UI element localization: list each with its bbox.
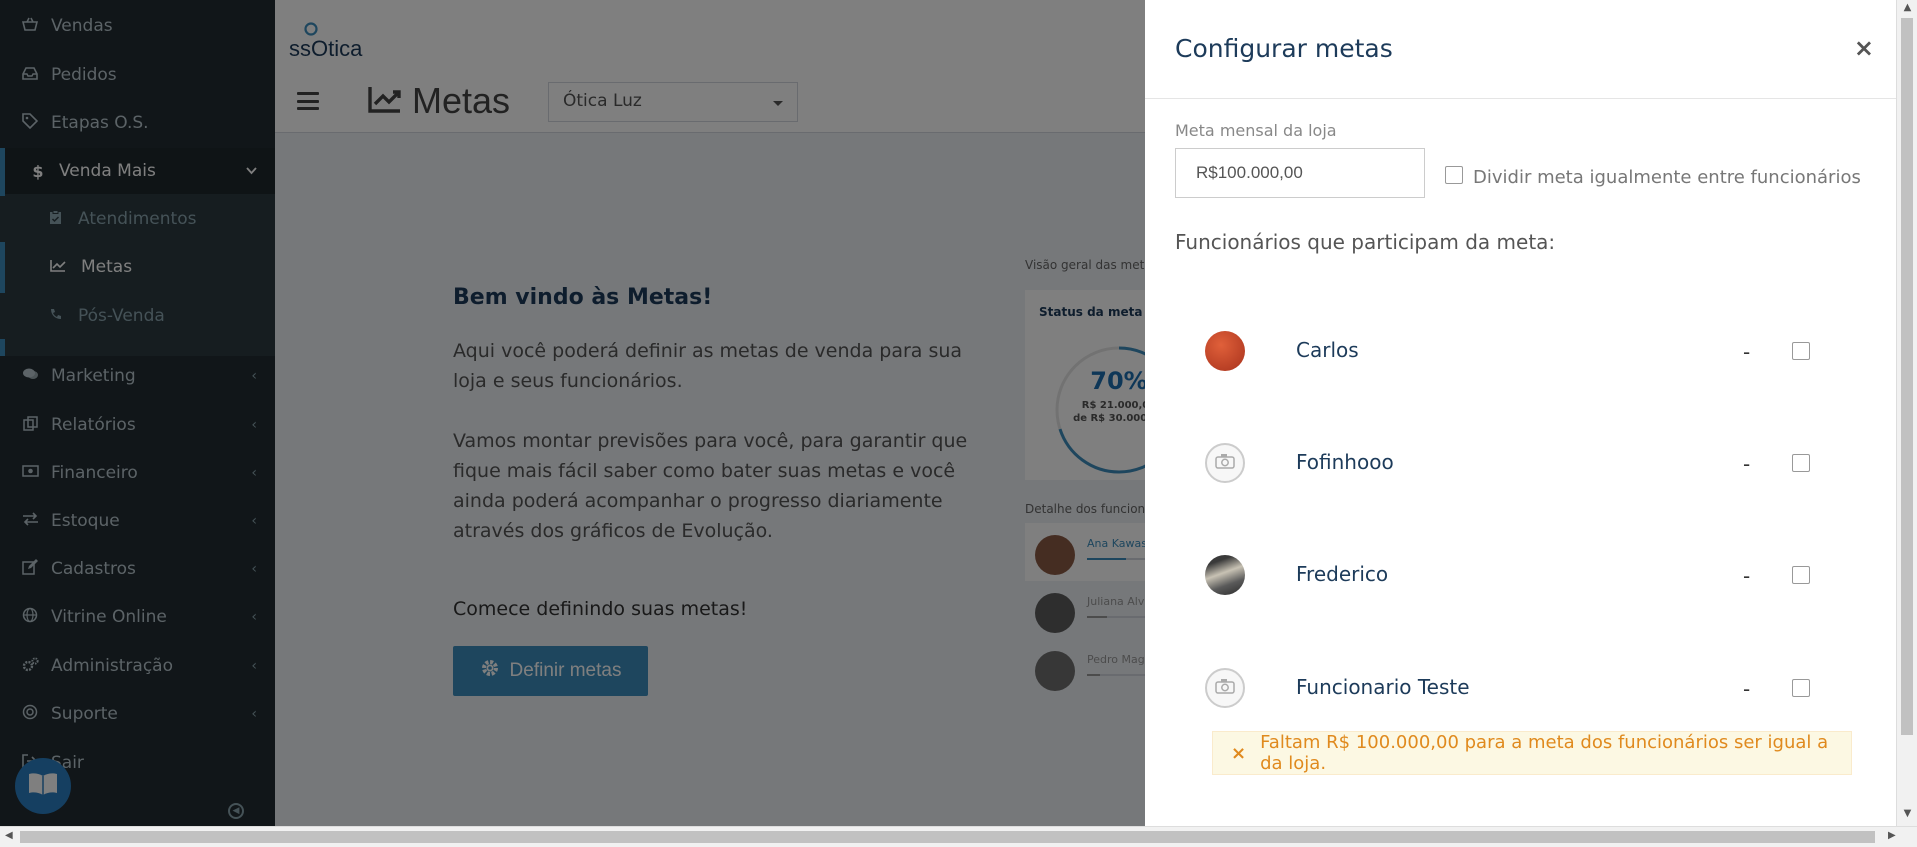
employee-name: Carlos — [1296, 338, 1359, 362]
employee-name: Funcionario Teste — [1296, 675, 1470, 699]
employee-row: Frederico - — [1145, 532, 1896, 642]
scroll-down-arrow-icon[interactable]: ▼ — [1897, 808, 1917, 819]
scroll-up-arrow-icon[interactable]: ▲ — [1897, 2, 1917, 13]
configure-goals-panel: Configurar metas × Meta mensal da loja D… — [1145, 0, 1896, 826]
employee-goal-value: - — [1743, 677, 1751, 701]
employee-goal-value: - — [1743, 340, 1751, 364]
modal-title: Configurar metas — [1175, 34, 1393, 63]
scroll-right-arrow-icon[interactable]: ▶ — [1888, 830, 1896, 841]
employee-participate-checkbox[interactable] — [1792, 566, 1810, 584]
avatar — [1205, 668, 1245, 708]
modal-divider — [1145, 98, 1896, 99]
employee-row: Carlos - — [1145, 308, 1896, 418]
avatar — [1205, 331, 1245, 371]
employee-name: Frederico — [1296, 562, 1389, 586]
vertical-scrollbar[interactable]: ▲ ▼ — [1896, 0, 1917, 826]
employee-goal-value: - — [1743, 452, 1751, 476]
divide-equally-label[interactable]: Dividir meta igualmente entre funcionári… — [1473, 167, 1861, 188]
participants-title: Funcionários que participam da meta: — [1175, 230, 1556, 254]
scrollbar-thumb[interactable] — [20, 831, 1875, 843]
employee-participate-checkbox[interactable] — [1792, 679, 1810, 697]
store-goal-label: Meta mensal da loja — [1175, 121, 1337, 140]
camera-icon — [1215, 678, 1235, 698]
store-goal-input[interactable] — [1169, 142, 1431, 204]
employee-goal-value: - — [1743, 564, 1751, 588]
scroll-left-arrow-icon[interactable]: ◀ — [5, 830, 13, 841]
employee-participate-checkbox[interactable] — [1792, 342, 1810, 360]
horizontal-scrollbar[interactable]: ◀ ▶ — [0, 826, 1917, 847]
close-icon[interactable]: × — [1854, 34, 1874, 62]
employee-name: Fofinhooo — [1296, 450, 1394, 474]
avatar — [1205, 555, 1245, 595]
scrollbar-thumb[interactable] — [1901, 18, 1913, 735]
divide-equally-checkbox[interactable] — [1445, 166, 1463, 184]
avatar — [1205, 443, 1245, 483]
employee-row: Fofinhooo - — [1145, 420, 1896, 530]
employee-participate-checkbox[interactable] — [1792, 454, 1810, 472]
alert-x-icon: × — [1231, 742, 1247, 764]
camera-icon — [1215, 453, 1235, 473]
goal-mismatch-alert: × Faltam R$ 100.000,00 para a meta dos f… — [1212, 731, 1852, 775]
alert-text: Faltam R$ 100.000,00 para a meta dos fun… — [1260, 732, 1829, 774]
